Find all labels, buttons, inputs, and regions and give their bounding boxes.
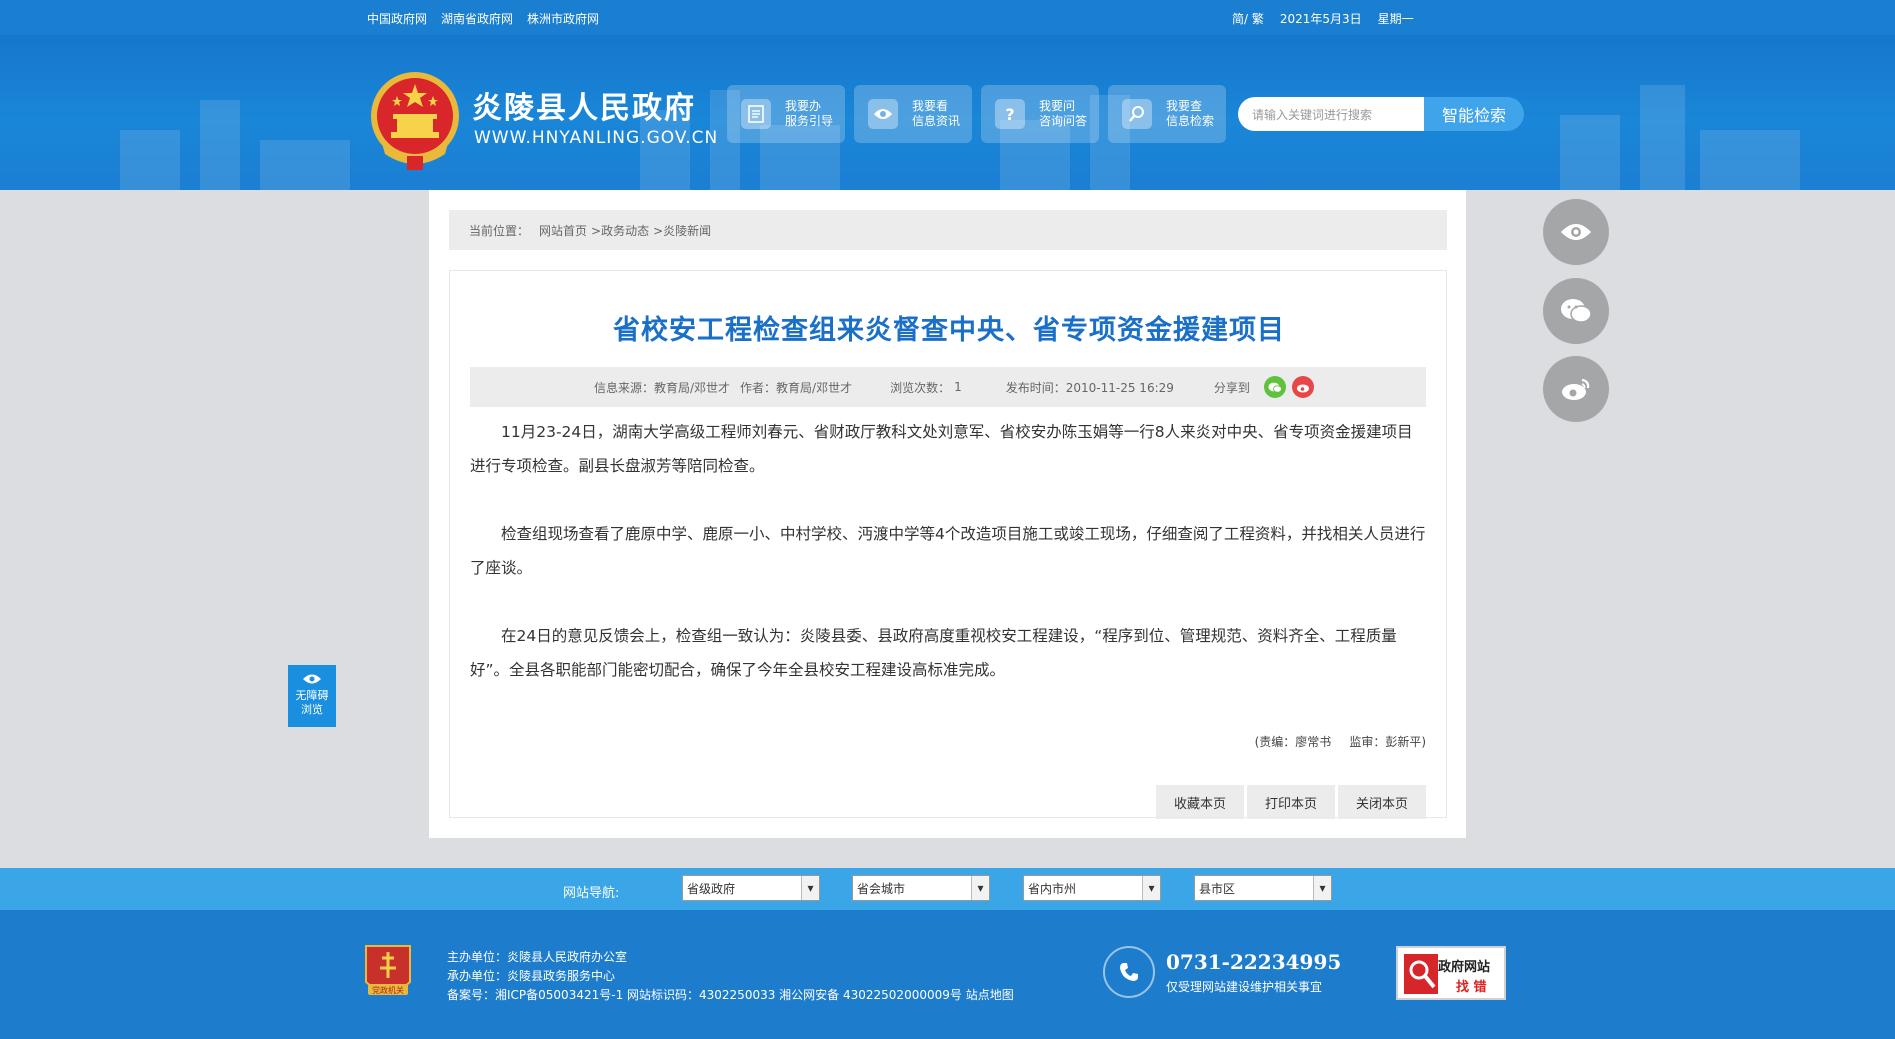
- nav-button-ask-line2: 咨询问答: [1039, 114, 1088, 128]
- meta-author: 作者：教育局/邓世才: [740, 380, 853, 395]
- select-value: 省内市州: [1028, 881, 1077, 896]
- eye-icon: [303, 674, 321, 684]
- site-url: WWW.HNYANLING.GOV.CN: [474, 128, 719, 148]
- float-weibo-button[interactable]: [1543, 356, 1609, 422]
- site-nav-label: 网站导航:: [563, 886, 620, 901]
- footer-info: 主办单位：炎陵县人民政府办公室 承办单位：炎陵县政务服务中心 备案号：湘ICP备…: [447, 948, 1014, 1005]
- smart-search-button[interactable]: 智能检索: [1424, 97, 1524, 131]
- editor: (责编：廖常书: [1254, 735, 1332, 749]
- lang-toggle[interactable]: 简/ 繁: [1232, 10, 1264, 27]
- bookmark-page-button[interactable]: 收藏本页: [1156, 785, 1244, 819]
- nav-button-search[interactable]: 我要查 信息检索: [1108, 85, 1226, 143]
- accessibility-line2: 浏览: [301, 703, 323, 716]
- footer-host: 主办单位：炎陵县人民政府办公室: [447, 950, 628, 964]
- phone-number: 0731-22234995: [1166, 950, 1342, 974]
- article-paragraph: 11月23-24日，湖南大学高级工程师刘春元、省财政厅教科文处刘意军、省校安办陈…: [470, 423, 1413, 475]
- nav-button-services-line2: 服务引导: [785, 114, 834, 128]
- meta-views-count: 1: [954, 380, 962, 394]
- select-counties[interactable]: 县市区 ▾: [1194, 875, 1332, 901]
- top-links: 中国政府网 湖南省政府网 株洲市政府网: [367, 10, 599, 27]
- chevron-down-icon: ▾: [971, 876, 989, 900]
- footer-record[interactable]: 备案号：湘ICP备05003421号-1 网站标识码：4302250033 湘公…: [447, 986, 1014, 1005]
- error-box-line1: 政府网站: [1438, 960, 1491, 975]
- select-prefecture-cities[interactable]: 省内市州 ▾: [1023, 875, 1161, 901]
- question-icon: ?: [995, 99, 1025, 129]
- badge-text: 党政机关: [372, 985, 404, 995]
- magnifier-icon: [1122, 99, 1152, 129]
- nav-button-search-line2: 信息检索: [1166, 114, 1215, 128]
- article-paragraph: 检查组现场查看了鹿原中学、鹿原一小、中村学校、沔渡中学等4个改造项目施工或竣工现…: [470, 525, 1426, 577]
- nav-button-info-line1: 我要看: [912, 99, 949, 113]
- top-right: 简/ 繁 2021年5月3日 星期一: [1232, 10, 1414, 27]
- chevron-down-icon: ▾: [1142, 876, 1160, 900]
- breadcrumb: 当前位置： 网站首页 >政务动态 >炎陵新闻: [449, 210, 1447, 250]
- error-box-line2: 找 错: [1456, 980, 1487, 995]
- site-header: 炎陵县人民政府 WWW.HNYANLING.GOV.CN 我要办 服务引导 我要看…: [0, 35, 1895, 190]
- main-content: 当前位置： 网站首页 >政务动态 >炎陵新闻 省校安工程检查组来炎督查中央、省专…: [429, 190, 1466, 838]
- footer-organizer: 承办单位：炎陵县政务服务中心: [447, 969, 616, 983]
- select-provincial-gov[interactable]: 省级政府 ▾: [682, 875, 820, 901]
- link-zhuzhou-gov[interactable]: 株洲市政府网: [527, 10, 599, 27]
- meta-share-label: 分享到: [1213, 380, 1250, 395]
- current-weekday: 星期一: [1377, 12, 1414, 26]
- breadcrumb-yanling-news[interactable]: >炎陵新闻: [653, 222, 711, 239]
- breadcrumb-label: 当前位置：: [469, 223, 530, 238]
- breadcrumb-home[interactable]: 网站首页: [539, 222, 587, 239]
- meta-views-label: 浏览次数：: [890, 380, 951, 395]
- svg-text:?: ?: [1005, 105, 1014, 123]
- site-footer: 党政机关 主办单位：炎陵县人民政府办公室 承办单位：炎陵县政务服务中心 备案号：…: [0, 910, 1895, 1039]
- article-signoff: (责编：廖常书 监审：彭新平): [1255, 733, 1426, 750]
- eye-icon: [868, 99, 898, 129]
- float-wechat-button[interactable]: [1543, 278, 1609, 344]
- meta-source: 信息来源：教育局/邓世才: [594, 380, 731, 395]
- select-value: 省会城市: [857, 881, 906, 896]
- meta-published: 发布时间：2010-11-25 16:29: [1005, 380, 1174, 395]
- site-navigation-bar: 网站导航: 省级政府 ▾ 省会城市 ▾ 省内市州 ▾ 县市区 ▾: [0, 868, 1895, 910]
- nav-button-info-line2: 信息资讯: [912, 114, 961, 128]
- eye-icon: [1561, 224, 1591, 240]
- article-meta: 信息来源：教育局/邓世才 作者：教育局/邓世才 浏览次数： 1 发布时间：201…: [470, 367, 1426, 407]
- nav-button-services[interactable]: 我要办 服务引导: [727, 85, 845, 143]
- select-value: 县市区: [1199, 881, 1236, 896]
- weibo-icon: [1562, 378, 1590, 400]
- chevron-down-icon: ▾: [1313, 876, 1331, 900]
- nav-button-services-line1: 我要办: [785, 99, 822, 113]
- current-date: 2021年5月3日: [1279, 12, 1362, 26]
- article-title: 省校安工程检查组来炎督查中央、省专项资金援建项目: [613, 315, 1285, 346]
- wechat-share-icon[interactable]: [1263, 376, 1286, 398]
- magnifier-icon: [1404, 954, 1438, 994]
- nav-button-ask-line1: 我要问: [1039, 99, 1076, 113]
- breadcrumb-gov-news[interactable]: >政务动态: [591, 222, 649, 239]
- national-emblem-icon: [371, 72, 459, 170]
- nav-button-ask[interactable]: ? 我要问 咨询问答: [981, 85, 1099, 143]
- gov-site-error-report-button[interactable]: 政府网站 找 错: [1396, 946, 1506, 1000]
- accessibility-line1: 无障碍: [295, 689, 329, 702]
- link-china-gov[interactable]: 中国政府网: [367, 10, 427, 27]
- float-eye-button[interactable]: [1543, 199, 1609, 265]
- article-body: 11月23-24日，湖南大学高级工程师刘春元、省财政厅教科文处刘意军、省校安办陈…: [470, 415, 1426, 721]
- nav-button-info[interactable]: 我要看 信息资讯: [854, 85, 972, 143]
- article-paragraph: 在24日的意见反馈会上，检查组一致认为：炎陵县委、县政府高度重视校安工程建设，“…: [470, 627, 1397, 679]
- search-input[interactable]: 请输入关键词进行搜索: [1238, 97, 1424, 131]
- site-name: 炎陵县人民政府: [472, 91, 696, 126]
- accessibility-button[interactable]: 无障碍 浏览: [288, 665, 336, 727]
- party-gov-badge-icon[interactable]: 党政机关: [362, 942, 414, 1002]
- article-tools: 收藏本页 打印本页 关闭本页: [1156, 785, 1426, 819]
- link-hunan-gov[interactable]: 湖南省政府网: [441, 10, 513, 27]
- nav-button-search-line1: 我要查: [1166, 99, 1203, 113]
- wechat-icon: [1561, 299, 1592, 323]
- weibo-share-icon[interactable]: [1291, 376, 1314, 398]
- chevron-down-icon: ▾: [801, 876, 819, 900]
- article: 省校安工程检查组来炎督查中央、省专项资金援建项目 信息来源：教育局/邓世才 作者…: [449, 270, 1447, 819]
- print-page-button[interactable]: 打印本页: [1247, 785, 1335, 819]
- document-icon: [741, 99, 771, 129]
- phone-icon: [1103, 946, 1155, 998]
- search-placeholder: 请输入关键词进行搜索: [1252, 107, 1373, 122]
- select-provincial-capitals[interactable]: 省会城市 ▾: [852, 875, 990, 901]
- select-value: 省级政府: [687, 881, 736, 896]
- top-bar: 中国政府网 湖南省政府网 株洲市政府网 简/ 繁 2021年5月3日 星期一: [0, 0, 1895, 35]
- phone-note: 仅受理网站建设维护相关事宜: [1166, 980, 1323, 994]
- supervisor: 监审：彭新平): [1349, 735, 1426, 749]
- close-page-button[interactable]: 关闭本页: [1338, 785, 1426, 819]
